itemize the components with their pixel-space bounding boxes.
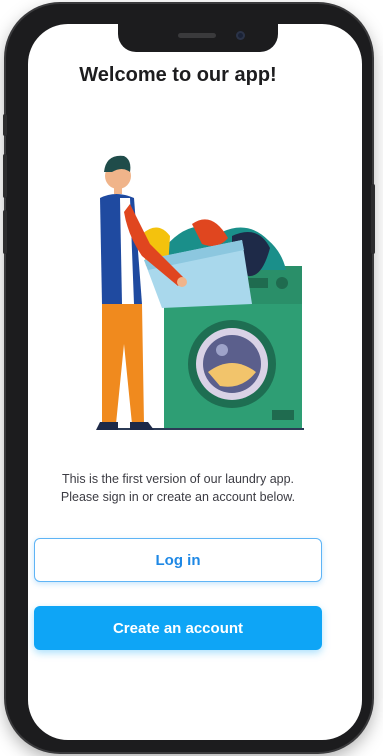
person-hand <box>177 277 187 287</box>
volume-down-button <box>3 210 7 254</box>
washer-knob <box>276 277 288 289</box>
laundry-illustration <box>96 155 304 430</box>
description-line-1: This is the first version of our laundry… <box>61 472 295 486</box>
power-button <box>371 184 375 254</box>
create-account-button-label: Create an account <box>112 619 244 637</box>
washer-drawer <box>272 410 294 420</box>
login-button-label: Log in <box>155 551 201 569</box>
create-account-button[interactable]: Create an account <box>34 606 322 650</box>
person-neck <box>114 186 122 194</box>
speaker-grille <box>178 33 216 38</box>
person-shoe-right <box>130 422 154 430</box>
volume-up-button <box>3 154 7 198</box>
stage: Welcome to our app! This is the first ve… <box>0 0 383 756</box>
person-legs <box>102 304 144 424</box>
washer-glass-shine <box>216 344 228 356</box>
login-button[interactable]: Log in <box>34 538 322 582</box>
description: This is the first version of our laundry… <box>20 470 336 506</box>
person-hair <box>104 155 131 172</box>
front-camera <box>236 31 245 40</box>
page-title: Welcome to our app! <box>79 64 277 86</box>
description-line-2: Please sign in or create an account belo… <box>60 490 296 504</box>
notch <box>118 24 278 52</box>
person-shoe-left <box>96 422 118 430</box>
mute-switch <box>3 114 7 136</box>
